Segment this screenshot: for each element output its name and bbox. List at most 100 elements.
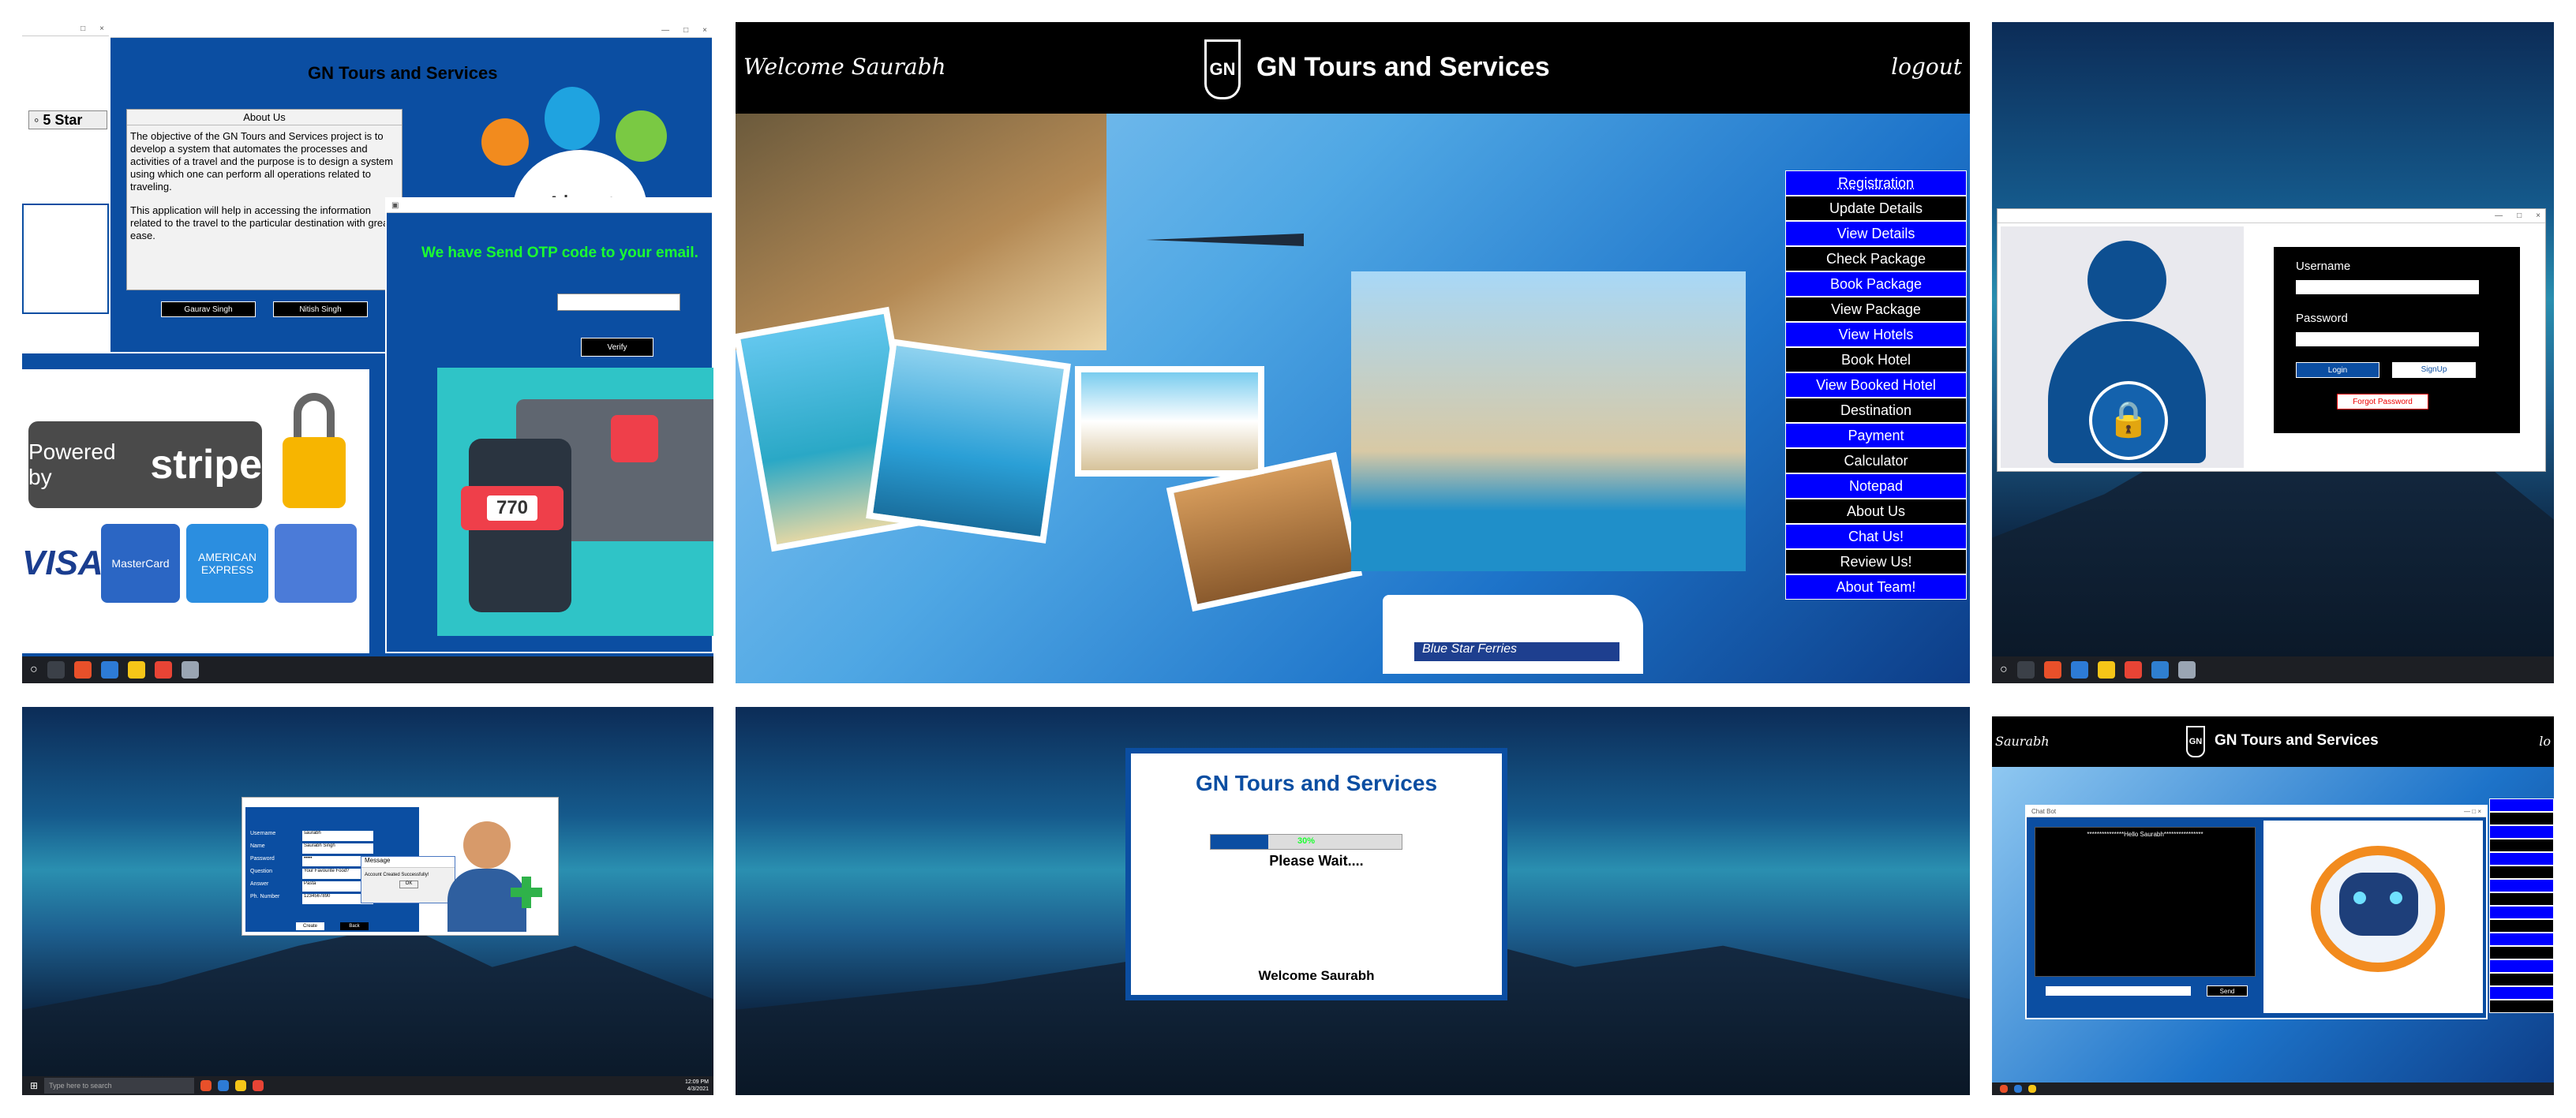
java-app-icon[interactable] <box>181 661 199 679</box>
airplane-icon <box>1146 234 1304 246</box>
send-button[interactable]: Send <box>2207 985 2248 996</box>
clock-date: 4/3/2021 <box>687 1086 709 1092</box>
person-green-icon <box>616 110 667 162</box>
about-titlebar: — □ × <box>110 24 712 38</box>
menu-about-us[interactable]: About Us <box>1785 499 1967 524</box>
folder-icon[interactable] <box>127 661 145 679</box>
dialog-ok-button[interactable]: OK <box>399 881 418 888</box>
signup-button[interactable]: SignUp <box>2392 362 2476 378</box>
padlock-icon <box>283 393 346 511</box>
java-app-icon[interactable] <box>2177 661 2196 679</box>
otp-code: 770 <box>486 495 538 521</box>
chatbot-header: Saurabh GN GN Tours and Services lo <box>1992 716 2554 767</box>
forgot-password-button[interactable]: Forgot Password <box>2337 394 2428 409</box>
task-view-icon[interactable] <box>47 661 65 679</box>
back-button[interactable]: Back <box>340 922 369 930</box>
taskbar: ⊞ Type here to search 12:09 PM 4/3/2021 <box>22 1076 713 1095</box>
label-username: Username <box>250 831 276 836</box>
task-view-icon[interactable] <box>2016 661 2035 679</box>
menu-view-details[interactable]: View Details <box>1785 221 1967 246</box>
menu-registration[interactable]: Registration <box>1785 170 1967 196</box>
menu-book-hotel[interactable]: Book Hotel <box>1785 347 1967 372</box>
edge-icon[interactable] <box>2070 661 2088 679</box>
menu-about-team[interactable]: About Team! <box>1785 574 1967 600</box>
brave-icon[interactable] <box>2043 661 2061 679</box>
rating-select[interactable]: ◦ 5 Star <box>28 110 107 129</box>
brave-icon[interactable] <box>200 1080 212 1091</box>
create-button[interactable]: Create <box>296 922 324 930</box>
menu-view-booked-hotel[interactable]: View Booked Hotel <box>1785 372 1967 398</box>
hammock-photo <box>1075 366 1264 477</box>
menu-view-package[interactable]: View Package <box>1785 297 1967 322</box>
username-input[interactable] <box>2296 280 2479 294</box>
vscode-icon[interactable] <box>2151 661 2169 679</box>
otp-input[interactable] <box>557 294 680 311</box>
chatbot-window: Chat Bot — □ × ***************Hello Saura… <box>2025 805 2488 1019</box>
chat-input[interactable] <box>2046 986 2191 996</box>
edge-icon[interactable] <box>218 1080 230 1091</box>
login-form: Username Password Login SignUp Forgot Pa… <box>2274 247 2520 433</box>
menu-calculator[interactable]: Calculator <box>1785 448 1967 473</box>
panel-chatbot: Saurabh GN GN Tours and Services lo Chat… <box>1992 716 2554 1095</box>
stripe-badge: Powered by stripe <box>28 421 262 508</box>
start-circle-icon[interactable]: ○ <box>2000 663 2008 677</box>
chatbot-title: Chat Bot <box>2031 808 2057 815</box>
start-circle-icon[interactable]: ○ <box>30 663 38 677</box>
menu-review-us[interactable]: Review Us! <box>1785 549 1967 574</box>
menu-payment[interactable]: Payment <box>1785 423 1967 448</box>
login-button[interactable]: Login <box>2296 362 2379 378</box>
beach-photo-2 <box>866 338 1071 544</box>
header-logout[interactable]: lo <box>2539 734 2551 749</box>
about-textarea-title: About Us <box>127 110 402 125</box>
menu-notepad[interactable]: Notepad <box>1785 473 1967 499</box>
otp-illustration: 770 <box>437 368 713 636</box>
logout-link[interactable]: logout <box>1891 54 1962 80</box>
member-nitish-button[interactable]: Nitish Singh <box>273 301 368 317</box>
edge-icon[interactable] <box>100 661 118 679</box>
chrome-icon[interactable] <box>2124 661 2142 679</box>
label-answer: Answer <box>250 881 269 887</box>
lock-icon: 🔒 <box>2089 381 2168 460</box>
about-app-title: GN Tours and Services <box>308 63 498 83</box>
stripe-text: stripe <box>150 442 262 488</box>
menu-check-package[interactable]: Check Package <box>1785 246 1967 271</box>
brave-icon[interactable] <box>2000 1085 2008 1093</box>
travel-collage: Blue Star Ferries <box>736 114 1785 683</box>
gn-logo: GN <box>2186 726 2205 757</box>
person-orange-icon <box>481 118 529 166</box>
password-input[interactable] <box>2296 332 2479 346</box>
brave-icon[interactable] <box>73 661 92 679</box>
member-gaurav-button[interactable]: Gaurav Singh <box>161 301 256 317</box>
windows-start-icon[interactable]: ⊞ <box>30 1080 38 1091</box>
gn-logo: GN <box>1204 39 1241 99</box>
input-name[interactable]: Saurabh Singh <box>302 843 373 854</box>
splash-title: GN Tours and Services <box>1195 771 1438 795</box>
menu-book-package[interactable]: Book Package <box>1785 271 1967 297</box>
edge-icon[interactable] <box>2014 1085 2022 1093</box>
verify-button[interactable]: Verify <box>581 338 653 357</box>
panel-splash: GN Tours and Services 30% Please Wait...… <box>736 707 1970 1095</box>
taskbar-search[interactable]: Type here to search <box>44 1078 195 1094</box>
menu-view-hotels[interactable]: View Hotels <box>1785 322 1967 347</box>
clock-time: 12:09 PM <box>685 1079 709 1085</box>
folder-icon[interactable] <box>2097 661 2115 679</box>
menu-destination[interactable]: Destination <box>1785 398 1967 423</box>
dashboard-header: Welcome Saurabh GN GN Tours and Services… <box>736 22 1970 114</box>
chrome-icon[interactable] <box>154 661 172 679</box>
menu-chat-us[interactable]: Chat Us! <box>1785 524 1967 549</box>
user-head-icon <box>2087 241 2166 320</box>
chatbot-image <box>2263 821 2483 1013</box>
folder-icon[interactable] <box>2028 1085 2036 1093</box>
amex-logo: AMERICAN EXPRESS <box>186 524 268 603</box>
please-wait-text: Please Wait.... <box>1269 853 1364 869</box>
signup-labels: Username Name Password Question Answer P… <box>250 831 302 907</box>
robot-eye-right-icon <box>2390 892 2402 904</box>
folder-icon[interactable] <box>235 1080 247 1091</box>
taskbar: ○ <box>1992 656 2554 683</box>
input-username[interactable]: saurabh <box>302 831 373 841</box>
menu-update-details[interactable]: Update Details <box>1785 196 1967 221</box>
otp-bubble: 770 <box>461 486 564 530</box>
welcome-text: Welcome Saurabh <box>743 54 946 80</box>
login-window: — □ × 🔒 Username Password Login SignUp For… <box>1997 208 2546 472</box>
chrome-icon[interactable] <box>253 1080 264 1091</box>
